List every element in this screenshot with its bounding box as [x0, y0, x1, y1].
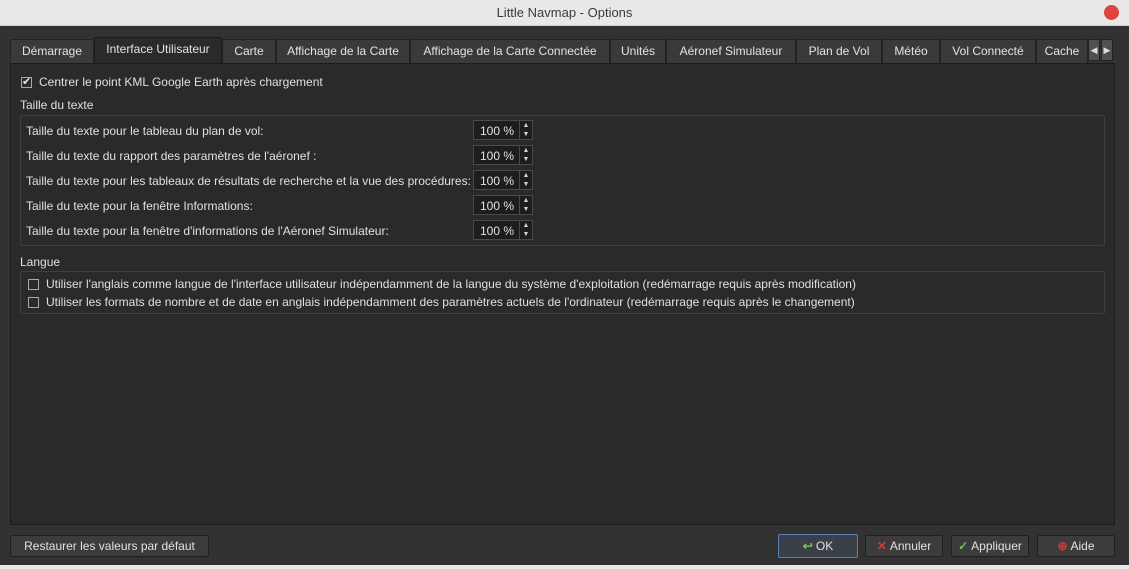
text-size-aircraft-report-label: Taille du texte du rapport des paramètre…	[26, 149, 317, 163]
text-size-group-title: Taille du texte	[20, 98, 94, 112]
help-button[interactable]: ⊕ Aide	[1037, 535, 1115, 557]
kml-center-checkbox[interactable]	[21, 75, 32, 88]
spin-down-icon[interactable]: ▼	[520, 130, 532, 139]
window-title: Little Navmap - Options	[496, 5, 633, 20]
spin-up-icon[interactable]: ▲	[520, 121, 532, 130]
text-size-group: Taille du texte pour le tableau du plan …	[20, 115, 1105, 246]
tab-affichage-carte-connectee[interactable]: Affichage de la Carte Connectée	[410, 39, 610, 63]
window-close-button[interactable]	[1104, 5, 1119, 20]
restore-defaults-button[interactable]: Restaurer les valeurs par défaut	[10, 535, 209, 557]
kml-center-label: Centrer le point KML Google Earth après …	[39, 75, 323, 89]
tab-cache[interactable]: Cache	[1036, 39, 1088, 63]
tab-affichage-carte[interactable]: Affichage de la Carte	[276, 39, 410, 63]
text-size-flightplan-label: Taille du texte pour le tableau du plan …	[26, 124, 264, 138]
spin-down-icon[interactable]: ▼	[520, 230, 532, 239]
text-size-aircraft-report-spinbox[interactable]: 100 % ▲ ▼	[473, 145, 533, 165]
tab-demarrage[interactable]: Démarrage	[10, 39, 94, 63]
tab-scroll-left-icon[interactable]: ◀	[1088, 39, 1100, 61]
tab-interface-utilisateur[interactable]: Interface Utilisateur	[94, 37, 222, 63]
english-format-label: Utiliser les formats de nombre et de dat…	[46, 295, 855, 309]
tab-scroll-right-icon[interactable]: ▶	[1101, 39, 1113, 61]
ok-check-icon: ↩	[802, 539, 813, 553]
bottom-border	[0, 565, 1129, 569]
spin-down-icon[interactable]: ▼	[520, 155, 532, 164]
tab-carte[interactable]: Carte	[222, 39, 276, 63]
apply-check-icon: ✓	[958, 539, 969, 553]
language-group: Utiliser l'anglais comme langue de l'int…	[20, 271, 1105, 314]
cancel-x-icon: ✕	[876, 539, 887, 553]
tab-vol-connecte[interactable]: Vol Connecté	[940, 39, 1036, 63]
window-titlebar: Little Navmap - Options	[0, 0, 1129, 26]
spin-up-icon[interactable]: ▲	[520, 221, 532, 230]
text-size-simaircraft-label: Taille du texte pour la fenêtre d'inform…	[26, 224, 389, 238]
text-size-simaircraft-spinbox[interactable]: 100 % ▲ ▼	[473, 220, 533, 240]
apply-button[interactable]: ✓ Appliquer	[951, 535, 1029, 557]
spin-up-icon[interactable]: ▲	[520, 196, 532, 205]
spin-down-icon[interactable]: ▼	[520, 205, 532, 214]
spin-down-icon[interactable]: ▼	[520, 180, 532, 189]
tab-meteo[interactable]: Météo	[882, 39, 940, 63]
options-panel: Centrer le point KML Google Earth après …	[10, 63, 1115, 525]
tab-unites[interactable]: Unités	[610, 39, 666, 63]
english-format-checkbox[interactable]	[28, 297, 39, 308]
spin-up-icon[interactable]: ▲	[520, 146, 532, 155]
cancel-button[interactable]: ✕ Annuler	[865, 535, 943, 557]
text-size-search-label: Taille du texte pour les tableaux de rés…	[26, 174, 471, 188]
english-ui-label: Utiliser l'anglais comme langue de l'int…	[46, 277, 856, 291]
english-ui-checkbox[interactable]	[28, 279, 39, 290]
help-lifebuoy-icon: ⊕	[1057, 539, 1068, 553]
language-group-title: Langue	[20, 255, 61, 269]
text-size-info-label: Taille du texte pour la fenêtre Informat…	[26, 199, 253, 213]
text-size-flightplan-spinbox[interactable]: 100 % ▲ ▼	[473, 120, 533, 140]
text-size-search-spinbox[interactable]: 100 % ▲ ▼	[473, 170, 533, 190]
tab-aeronef-simulateur[interactable]: Aéronef Simulateur	[666, 39, 796, 63]
tab-plan-de-vol[interactable]: Plan de Vol	[796, 39, 882, 63]
ok-button[interactable]: ↩ OK	[778, 534, 858, 558]
tab-bar: Démarrage Interface Utilisateur Carte Af…	[10, 37, 1116, 63]
text-size-info-spinbox[interactable]: 100 % ▲ ▼	[473, 195, 533, 215]
spin-up-icon[interactable]: ▲	[520, 171, 532, 180]
